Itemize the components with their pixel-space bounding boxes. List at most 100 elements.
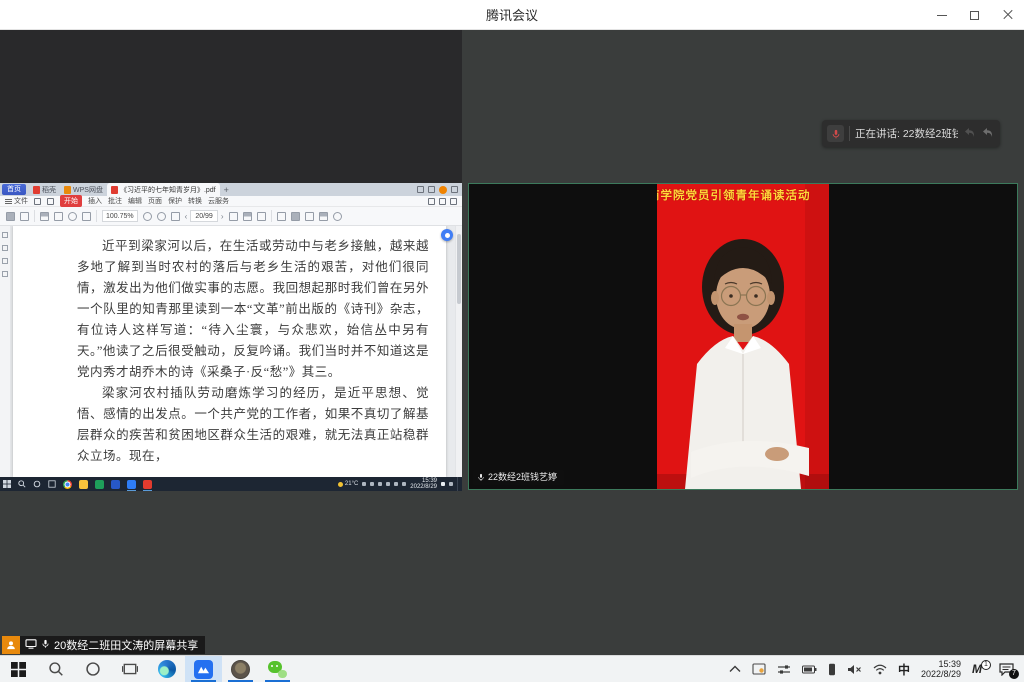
menu-protect[interactable]: 保护 bbox=[168, 196, 182, 206]
document-area[interactable]: 近平到梁家河以后，在生活或劳动中与老乡接触，越来越多地了解到当时农村的落后与老乡… bbox=[11, 226, 462, 477]
camera-app-button[interactable] bbox=[222, 656, 259, 682]
meeting-app-icon[interactable] bbox=[127, 480, 136, 489]
zoom-level[interactable]: 100.75% bbox=[102, 210, 138, 222]
bookmark-panel-icon[interactable] bbox=[2, 232, 8, 238]
speaking-indicator[interactable]: 正在讲话: 22数经2班钱艺... bbox=[822, 120, 1000, 147]
pdf-to-word-icon[interactable] bbox=[40, 212, 49, 221]
screen-share-view[interactable]: 首页 稻壳 WPS网盘 《习近平的七年知青岁月》.pdf + bbox=[0, 183, 462, 491]
screenshot-icon[interactable] bbox=[319, 212, 328, 221]
read-aloud-icon[interactable] bbox=[68, 212, 77, 221]
next-page-button[interactable]: › bbox=[221, 212, 224, 221]
action-center-button[interactable]: 7 bbox=[999, 663, 1014, 676]
window-icon[interactable] bbox=[428, 186, 435, 193]
wps-home-tab[interactable]: 首页 bbox=[2, 184, 26, 195]
fit-page-icon[interactable] bbox=[171, 212, 180, 221]
photos-tray-icon[interactable] bbox=[752, 663, 766, 675]
tray-icon[interactable] bbox=[394, 482, 398, 486]
menu-insert[interactable]: 插入 bbox=[88, 196, 102, 206]
tray-icon[interactable] bbox=[362, 482, 366, 486]
show-desktop-button[interactable] bbox=[457, 477, 459, 491]
share-icon[interactable] bbox=[439, 198, 446, 205]
single-page-icon[interactable] bbox=[229, 212, 238, 221]
wifi-icon[interactable] bbox=[873, 664, 887, 675]
cortana-icon[interactable] bbox=[33, 480, 41, 488]
menu-start[interactable]: 开始 bbox=[60, 195, 82, 207]
select-tool-icon[interactable] bbox=[20, 212, 29, 221]
save-icon[interactable] bbox=[34, 198, 41, 205]
minimize-button[interactable] bbox=[925, 0, 958, 30]
reaction-arrow-icon[interactable] bbox=[963, 125, 976, 143]
tray-icon[interactable] bbox=[386, 482, 390, 486]
menu-convert[interactable]: 转换 bbox=[188, 196, 202, 206]
task-view-button[interactable] bbox=[111, 656, 148, 682]
wps-assistant-floating-button[interactable] bbox=[441, 229, 453, 241]
wechat-button[interactable] bbox=[259, 656, 296, 682]
layout-icon[interactable] bbox=[417, 186, 424, 193]
speaker-muted-icon[interactable] bbox=[847, 664, 862, 675]
menu-edit[interactable]: 编辑 bbox=[128, 196, 142, 206]
previous-page-button[interactable]: ‹ bbox=[185, 212, 188, 221]
start-icon[interactable] bbox=[3, 480, 11, 488]
task-view-icon[interactable] bbox=[48, 480, 56, 488]
taskbar-clock[interactable]: 15:39 2022/8/29 bbox=[921, 659, 961, 679]
phone-link-icon[interactable] bbox=[828, 663, 836, 676]
folder-icon[interactable] bbox=[79, 480, 88, 489]
attachment-panel-icon[interactable] bbox=[2, 271, 8, 277]
ime-icon[interactable] bbox=[441, 482, 445, 486]
maximize-button[interactable] bbox=[958, 0, 991, 30]
ime-indicator[interactable]: 中 bbox=[898, 661, 910, 678]
sync-settings-icon[interactable] bbox=[777, 664, 791, 675]
start-button[interactable] bbox=[0, 656, 37, 682]
blue-app-icon[interactable] bbox=[111, 480, 120, 489]
page-indicator[interactable]: 20/99 bbox=[190, 210, 218, 222]
tray-expand-icon[interactable] bbox=[729, 665, 741, 673]
wps-tab-docer[interactable]: 稻壳 bbox=[29, 183, 60, 196]
cortana-button[interactable] bbox=[74, 656, 111, 682]
menu-comment[interactable]: 批注 bbox=[108, 196, 122, 206]
battery-icon[interactable] bbox=[802, 665, 817, 674]
wps-tab-pdf-active[interactable]: 《习近平的七年知青岁月》.pdf bbox=[107, 183, 220, 196]
search-icon[interactable] bbox=[333, 212, 342, 221]
highlight-icon[interactable] bbox=[291, 212, 300, 221]
vertical-scrollbar[interactable] bbox=[455, 226, 462, 477]
wps-app-icon[interactable] bbox=[143, 480, 152, 489]
double-page-icon[interactable] bbox=[243, 212, 252, 221]
tencent-meeting-button[interactable] bbox=[185, 656, 222, 682]
zoom-out-icon[interactable] bbox=[143, 212, 152, 221]
edit-pdf-icon[interactable] bbox=[54, 212, 63, 221]
file-menu[interactable]: 文件 bbox=[5, 196, 28, 206]
notification-icon[interactable] bbox=[449, 482, 453, 486]
print-icon[interactable] bbox=[47, 198, 54, 205]
weather-widget[interactable]: 21°C bbox=[338, 481, 358, 487]
tray-icon[interactable] bbox=[370, 482, 374, 486]
search-icon[interactable] bbox=[18, 480, 26, 488]
collapse-ribbon-icon[interactable] bbox=[450, 198, 457, 205]
new-tab-button[interactable]: + bbox=[220, 185, 233, 195]
annotate-icon[interactable] bbox=[305, 212, 314, 221]
close-button[interactable] bbox=[991, 0, 1024, 30]
menu-cloud[interactable]: 云服务 bbox=[208, 196, 229, 206]
menu-page[interactable]: 页面 bbox=[148, 196, 162, 206]
reply-arrow-icon[interactable] bbox=[981, 125, 994, 143]
thumbnail-panel-icon[interactable] bbox=[2, 245, 8, 251]
continuous-read-icon[interactable] bbox=[257, 212, 266, 221]
find-icon[interactable] bbox=[428, 198, 435, 205]
screen-share-banner[interactable]: 20数经二班田文涛的屏幕共享 bbox=[2, 636, 205, 654]
tray-icon[interactable] bbox=[378, 482, 382, 486]
active-speaker-video[interactable]: 商学院党员引领青年诵读活动 22数经2班钱艺婷 bbox=[468, 183, 1018, 490]
scrollbar-thumb[interactable] bbox=[457, 234, 461, 304]
network-meter-icon[interactable]: M 1 bbox=[972, 662, 988, 676]
green-app-icon[interactable] bbox=[95, 480, 104, 489]
tray-icon[interactable] bbox=[402, 482, 406, 486]
search-button[interactable] bbox=[37, 656, 74, 682]
minimize-icon[interactable] bbox=[451, 186, 458, 193]
chrome-icon[interactable] bbox=[63, 480, 72, 489]
zoom-in-icon[interactable] bbox=[157, 212, 166, 221]
annotation-panel-icon[interactable] bbox=[2, 258, 8, 264]
hand-tool-icon[interactable] bbox=[6, 212, 15, 221]
edge-button[interactable] bbox=[148, 656, 185, 682]
auto-scroll-icon[interactable] bbox=[82, 212, 91, 221]
account-avatar[interactable] bbox=[439, 186, 447, 194]
background-icon[interactable] bbox=[277, 212, 286, 221]
shared-clock[interactable]: 15:39 2022/8/29 bbox=[410, 478, 437, 490]
